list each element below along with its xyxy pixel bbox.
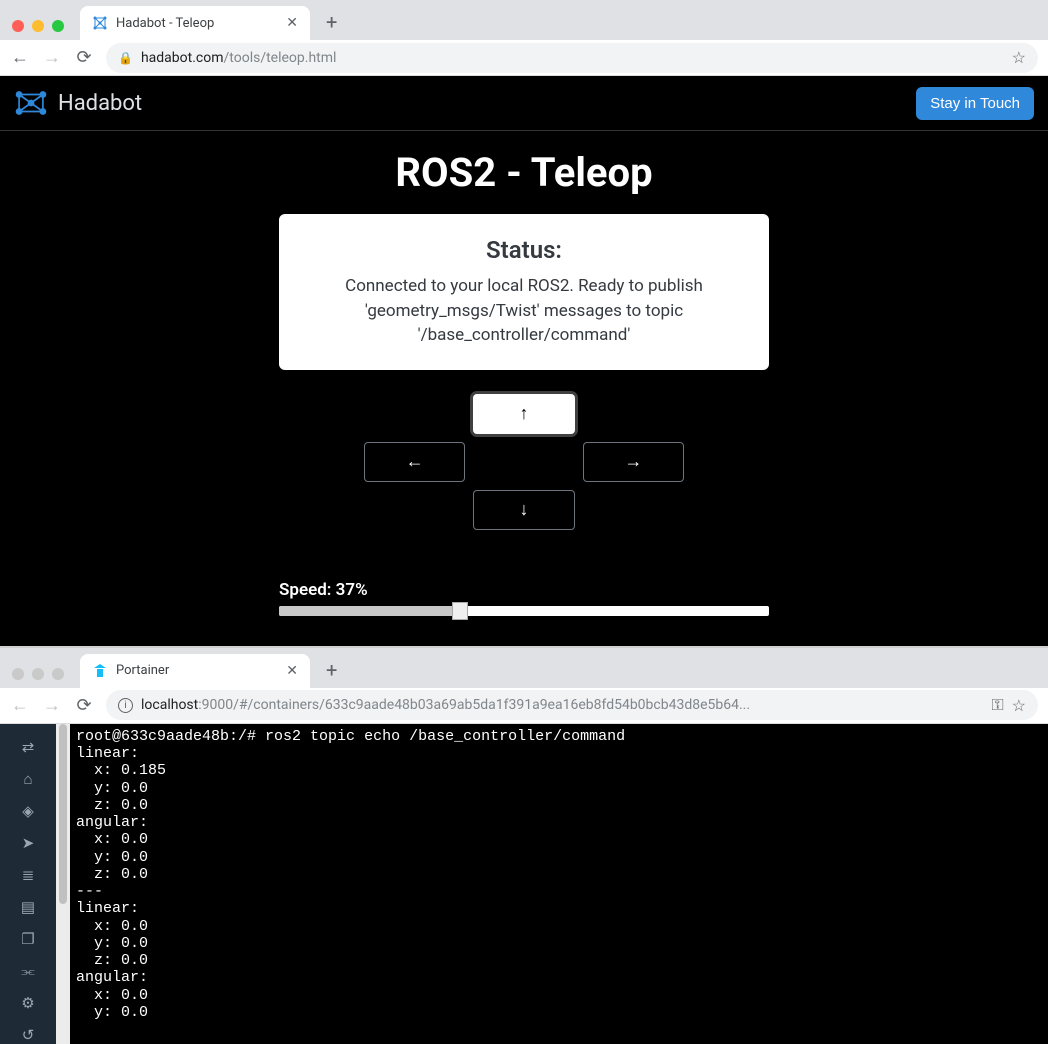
- browser-tab[interactable]: Hadabot - Teleop ✕: [80, 6, 310, 40]
- sidebar-scrollbar[interactable]: [56, 724, 70, 1044]
- address-bar[interactable]: 🔒 hadabot.com/tools/teleop.html ☆: [106, 43, 1038, 73]
- list-icon[interactable]: ≣: [18, 866, 38, 884]
- arrow-up-icon: ↑: [519, 403, 528, 424]
- reload-button[interactable]: ⟳: [74, 47, 94, 68]
- maximize-window-icon[interactable]: [52, 20, 64, 32]
- terminal-body: linear: x: 0.185 y: 0.0 z: 0.0 angular: …: [76, 745, 166, 1021]
- rocket-icon[interactable]: ➤: [18, 834, 38, 852]
- speed-label: Speed: 37%: [279, 580, 769, 600]
- page-title: ROS2 - Teleop: [0, 149, 1048, 196]
- arrow-down-icon: ↓: [519, 499, 528, 520]
- stay-in-touch-button[interactable]: Stay in Touch: [916, 87, 1034, 120]
- browser-window-top: Hadabot - Teleop ✕ + ← → ⟳ 🔒 hadabot.com…: [0, 0, 1048, 76]
- portainer-favicon-icon: [92, 663, 108, 679]
- portainer-sidebar: ⇄ ⌂ ◈ ➤ ≣ ▤ ❐ ⫘ ⚙ ↺: [0, 724, 56, 1044]
- site-navbar: Hadabot Stay in Touch: [0, 76, 1048, 131]
- close-window-icon[interactable]: [12, 668, 24, 680]
- teleop-page: Hadabot Stay in Touch ROS2 - Teleop Stat…: [0, 76, 1048, 646]
- bookmark-star-icon[interactable]: ☆: [1012, 696, 1026, 715]
- tab-strip: Hadabot - Teleop ✕ +: [0, 0, 1048, 40]
- arrow-left-icon: ←: [406, 451, 424, 472]
- browser-toolbar: ← → ⟳ 🔒 hadabot.com/tools/teleop.html ☆: [0, 40, 1048, 76]
- portainer-page: ⇄ ⌂ ◈ ➤ ≣ ▤ ❐ ⫘ ⚙ ↺ root@633c9aade48b:/#…: [0, 724, 1048, 1044]
- settings-icon[interactable]: ⚙: [18, 994, 38, 1012]
- close-window-icon[interactable]: [12, 20, 24, 32]
- right-button-arrow[interactable]: →: [583, 442, 684, 482]
- layers-icon[interactable]: ❐: [18, 930, 38, 948]
- history-icon[interactable]: ↺: [18, 1026, 38, 1044]
- brand[interactable]: Hadabot: [14, 86, 142, 120]
- terminal-prompt: root@633c9aade48b:/#: [76, 728, 256, 745]
- teleop-body: ROS2 - Teleop Status: Connected to your …: [0, 131, 1048, 646]
- network-icon[interactable]: ⫘: [18, 962, 38, 980]
- browser-window-bottom: Portainer ✕ + ← → ⟳ i localhost:9000/#/c…: [0, 646, 1048, 724]
- window-controls-inactive: [10, 668, 72, 688]
- tab-close-icon[interactable]: ✕: [286, 15, 298, 31]
- slider-fill: [279, 606, 460, 616]
- url-host: hadabot.com: [141, 50, 224, 66]
- terminal-command: ros2 topic echo /base_controller/command: [265, 728, 625, 745]
- arrow-right-icon: →: [624, 451, 642, 472]
- slider-thumb[interactable]: [452, 602, 468, 620]
- status-heading: Status:: [313, 236, 735, 264]
- new-tab-button[interactable]: +: [318, 10, 345, 40]
- reload-button[interactable]: ⟳: [74, 695, 94, 716]
- tab-strip-bottom: Portainer ✕ +: [0, 648, 1048, 688]
- box-icon[interactable]: ▤: [18, 898, 38, 916]
- direction-pad: ↑ ← → ↓: [364, 394, 684, 530]
- new-tab-button[interactable]: +: [318, 658, 345, 688]
- tab-close-icon[interactable]: ✕: [286, 663, 298, 679]
- brand-name: Hadabot: [58, 91, 142, 116]
- status-text: Connected to your local ROS2. Ready to p…: [313, 274, 735, 348]
- back-button[interactable]: ←: [10, 47, 30, 68]
- brand-logo-icon: [14, 86, 48, 120]
- forward-button[interactable]: →: [42, 695, 62, 716]
- window-controls: [10, 20, 72, 40]
- maximize-window-icon[interactable]: [52, 668, 64, 680]
- lock-icon: 🔒: [118, 51, 133, 65]
- dashboard-icon[interactable]: ◈: [18, 802, 38, 820]
- backward-button-arrow[interactable]: ↓: [473, 490, 574, 530]
- browser-toolbar-bottom: ← → ⟳ i localhost:9000/#/containers/633c…: [0, 688, 1048, 724]
- tab-title: Portainer: [116, 663, 278, 678]
- url-port: :9000: [198, 697, 233, 713]
- forward-button[interactable]: →: [42, 47, 62, 68]
- speed-control: Speed: 37%: [279, 580, 769, 616]
- url-path: /#/containers/633c9aade48b03a69ab5da1f39…: [233, 697, 750, 713]
- site-info-icon[interactable]: i: [118, 698, 133, 713]
- url-host: localhost: [141, 697, 198, 713]
- url-path: /tools/teleop.html: [224, 50, 337, 66]
- bookmark-star-icon[interactable]: ☆: [1012, 48, 1026, 67]
- left-button-arrow[interactable]: ←: [364, 442, 465, 482]
- address-bar[interactable]: i localhost:9000/#/containers/633c9aade4…: [106, 690, 1038, 720]
- swap-icon[interactable]: ⇄: [18, 738, 38, 756]
- speed-slider[interactable]: [279, 606, 769, 616]
- tab-title: Hadabot - Teleop: [116, 16, 278, 31]
- minimize-window-icon[interactable]: [32, 668, 44, 680]
- password-key-icon[interactable]: ⚿: [991, 695, 1003, 715]
- home-icon[interactable]: ⌂: [18, 770, 38, 788]
- forward-button-arrow[interactable]: ↑: [473, 394, 574, 434]
- terminal-output[interactable]: root@633c9aade48b:/# ros2 topic echo /ba…: [70, 724, 1048, 1044]
- browser-tab[interactable]: Portainer ✕: [80, 654, 310, 688]
- status-card: Status: Connected to your local ROS2. Re…: [279, 214, 769, 370]
- minimize-window-icon[interactable]: [32, 20, 44, 32]
- tab-favicon-icon: [92, 15, 108, 31]
- back-button[interactable]: ←: [10, 695, 30, 716]
